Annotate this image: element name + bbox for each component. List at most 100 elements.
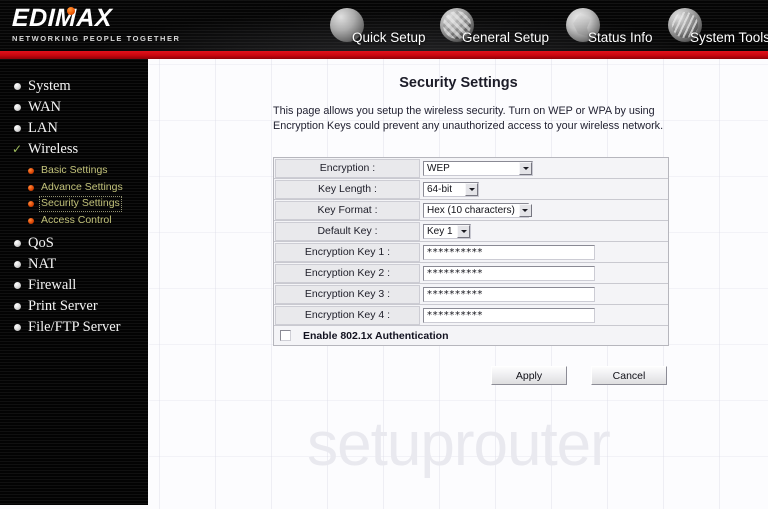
nav-item-status-info[interactable]: Status Info — [566, 8, 653, 46]
logo-wordmark: EDIMAX — [11, 4, 113, 32]
chevron-down-icon[interactable] — [465, 182, 478, 196]
form-row-encryption-key-3: Encryption Key 3 : ********** — [274, 284, 668, 305]
label-encryption: Encryption : — [275, 158, 420, 178]
label-encryption-key-1: Encryption Key 1 : — [275, 242, 420, 262]
sidebar-item-wan[interactable]: WAN — [0, 97, 148, 118]
sidebar-label-qos: QoS — [28, 235, 54, 251]
bullet-icon — [14, 240, 21, 247]
encryption-key-2-input[interactable]: ********** — [423, 265, 595, 281]
main-content: Security Settings This page allows you s… — [149, 59, 768, 509]
form-row-encryption-key-2: Encryption Key 2 : ********** — [274, 263, 668, 284]
orange-bullet-icon — [28, 168, 34, 174]
sidebar-subitem-basic-settings[interactable]: Basic Settings — [0, 164, 148, 178]
watermark-text: setuprouter — [307, 410, 611, 479]
form-row-key-length: Key Length : 64-bit — [274, 179, 668, 200]
form-buttons: Apply Cancel — [273, 366, 669, 385]
bullet-icon — [14, 303, 21, 310]
security-settings-form: Encryption : WEP Key Length : 64-bit Key… — [273, 157, 669, 346]
sidebar-item-lan[interactable]: LAN — [0, 118, 148, 139]
sidebar-item-file-ftp-server[interactable]: File/FTP Server — [0, 317, 148, 338]
key-format-select-value: Hex (10 characters) — [427, 204, 515, 216]
nav-label-quick-setup: Quick Setup — [352, 30, 426, 45]
nav-item-system-tools[interactable]: System Tools — [668, 8, 768, 46]
apply-button[interactable]: Apply — [491, 366, 567, 385]
form-row-encryption-key-1: Encryption Key 1 : ********** — [274, 242, 668, 263]
label-key-length: Key Length : — [275, 179, 420, 199]
top-navigation: Quick Setup General Setup Status Info Sy… — [330, 0, 768, 51]
sidebar-label-print-server: Print Server — [28, 298, 98, 314]
bullet-icon — [14, 261, 21, 268]
sidebar-item-firewall[interactable]: Firewall — [0, 275, 148, 296]
sidebar-item-print-server[interactable]: Print Server — [0, 296, 148, 317]
encryption-select[interactable]: WEP — [423, 160, 533, 176]
logo-tagline: NETWORKING PEOPLE TOGETHER — [12, 34, 181, 43]
default-key-select[interactable]: Key 1 — [423, 223, 471, 239]
sidebar-sublabel-advance-settings: Advance Settings — [41, 180, 123, 193]
sidebar-item-qos[interactable]: QoS — [0, 233, 148, 254]
nav-item-general-setup[interactable]: General Setup — [440, 8, 549, 46]
bullet-icon — [14, 282, 21, 289]
value-default-key: Key 1 — [420, 221, 668, 242]
page-description: This page allows you setup the wireless … — [273, 105, 664, 132]
sidebar-label-file-ftp-server: File/FTP Server — [28, 319, 121, 335]
sidebar-subitem-security-settings[interactable]: Security Settings — [0, 196, 148, 212]
encryption-select-value: WEP — [427, 162, 450, 174]
value-encryption-key-2: ********** — [420, 263, 668, 284]
form-row-key-format: Key Format : Hex (10 characters) — [274, 200, 668, 221]
sidebar-label-wireless: Wireless — [28, 141, 79, 157]
orange-bullet-icon — [28, 217, 34, 224]
nav-label-status-info: Status Info — [588, 30, 653, 45]
encryption-key-3-input[interactable]: ********** — [423, 286, 595, 302]
sidebar-menu: System WAN LAN ✓ Wireless Basic Settings… — [0, 59, 148, 505]
key-length-select[interactable]: 64-bit — [423, 181, 479, 197]
form-row-encryption: Encryption : WEP — [274, 158, 668, 179]
sidebar-label-nat: NAT — [28, 256, 57, 272]
logo-dot-icon — [67, 7, 75, 15]
chevron-down-icon[interactable] — [457, 224, 470, 238]
value-encryption-key-4: ********** — [420, 305, 668, 326]
form-row-encryption-key-4: Encryption Key 4 : ********** — [274, 305, 668, 326]
bullet-icon — [14, 125, 21, 132]
sidebar-sublabel-security-settings: Security Settings — [39, 196, 122, 212]
sidebar-item-nat[interactable]: NAT — [0, 254, 148, 275]
sidebar-sublabel-basic-settings: Basic Settings — [41, 164, 108, 176]
nav-label-general-setup: General Setup — [462, 30, 550, 45]
sidebar-subitem-advance-settings[interactable]: Advance Settings — [0, 181, 148, 195]
chevron-down-icon[interactable] — [519, 161, 532, 175]
chevron-down-icon[interactable] — [518, 203, 532, 217]
red-divider-bar — [0, 51, 768, 59]
form-row-802-1x: Enable 802.1x Authentication — [274, 326, 668, 345]
orange-bullet-icon — [28, 184, 34, 191]
page-title: Security Settings — [399, 75, 518, 91]
value-key-format: Hex (10 characters) — [420, 200, 668, 221]
encryption-key-1-input[interactable]: ********** — [423, 244, 595, 260]
sidebar-label-wan: WAN — [28, 99, 62, 115]
encryption-key-4-input[interactable]: ********** — [423, 307, 595, 323]
key-format-select[interactable]: Hex (10 characters) — [423, 202, 532, 218]
checkmark-icon: ✓ — [12, 142, 23, 156]
value-encryption: WEP — [420, 158, 668, 179]
sidebar-subitem-access-control[interactable]: Access Control — [0, 214, 148, 228]
enable-802-1x-checkbox[interactable] — [280, 330, 291, 341]
form-row-default-key: Default Key : Key 1 — [274, 221, 668, 242]
label-encryption-key-4: Encryption Key 4 : — [275, 305, 420, 325]
nav-item-quick-setup[interactable]: Quick Setup — [330, 8, 426, 46]
key-length-select-value: 64-bit — [427, 183, 453, 195]
bullet-icon — [14, 83, 21, 90]
sidebar-item-wireless[interactable]: ✓ Wireless — [0, 139, 148, 160]
label-encryption-key-2: Encryption Key 2 : — [275, 263, 420, 283]
router-admin-page: EDIMAX NETWORKING PEOPLE TOGETHER Quick … — [0, 0, 768, 509]
bullet-icon — [14, 324, 21, 331]
sidebar-item-system[interactable]: System — [0, 76, 148, 97]
value-encryption-key-3: ********** — [420, 284, 668, 305]
orange-bullet-icon — [28, 201, 34, 207]
sidebar-label-lan: LAN — [28, 120, 58, 136]
sidebar-label-system: System — [28, 78, 71, 94]
cancel-button[interactable]: Cancel — [591, 366, 667, 385]
label-encryption-key-3: Encryption Key 3 : — [275, 284, 420, 304]
enable-802-1x-label: Enable 802.1x Authentication — [303, 329, 449, 342]
top-banner: EDIMAX NETWORKING PEOPLE TOGETHER Quick … — [0, 0, 768, 51]
sidebar-sublabel-access-control: Access Control — [41, 213, 112, 226]
sidebar-label-firewall: Firewall — [28, 277, 77, 293]
default-key-select-value: Key 1 — [427, 225, 453, 237]
